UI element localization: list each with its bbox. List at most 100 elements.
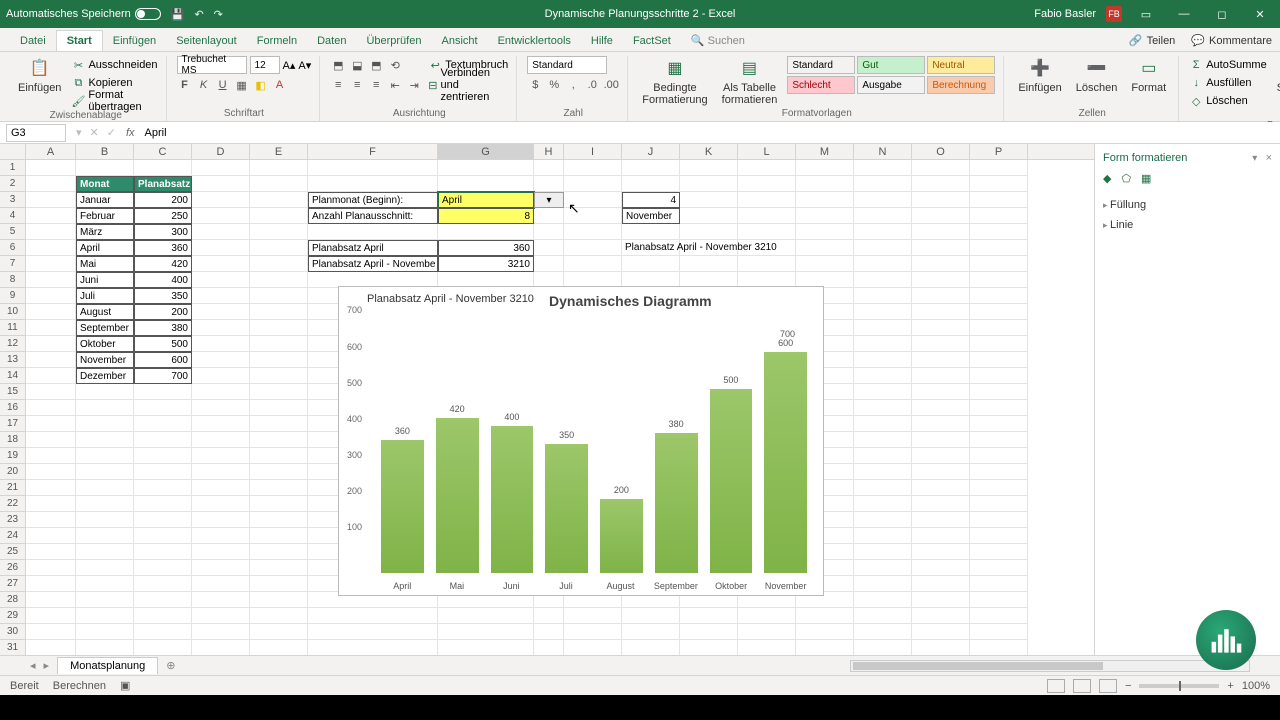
tab-hilfe[interactable]: Hilfe bbox=[581, 31, 623, 51]
cell[interactable] bbox=[192, 480, 250, 496]
cell[interactable] bbox=[970, 176, 1028, 192]
cell[interactable] bbox=[680, 176, 738, 192]
sheet-nav-prev-icon[interactable]: ◂ bbox=[30, 659, 36, 672]
cell[interactable] bbox=[534, 224, 564, 240]
merge-center-button[interactable]: ⊟Verbinden und zentrieren bbox=[428, 76, 508, 94]
cell[interactable] bbox=[796, 224, 854, 240]
cell[interactable] bbox=[76, 432, 134, 448]
cell[interactable] bbox=[308, 160, 438, 176]
style-gut[interactable]: Gut bbox=[857, 56, 925, 74]
cell[interactable] bbox=[192, 416, 250, 432]
cell[interactable] bbox=[970, 544, 1028, 560]
cell[interactable] bbox=[912, 256, 970, 272]
col-head-M[interactable]: M bbox=[796, 144, 854, 159]
cell[interactable] bbox=[26, 592, 76, 608]
cell[interactable] bbox=[76, 416, 134, 432]
cell[interactable] bbox=[26, 432, 76, 448]
cell[interactable] bbox=[970, 272, 1028, 288]
cell[interactable] bbox=[912, 544, 970, 560]
cell[interactable] bbox=[970, 240, 1028, 256]
cell[interactable] bbox=[438, 160, 534, 176]
cell[interactable] bbox=[76, 560, 134, 576]
cell[interactable] bbox=[26, 368, 76, 384]
cell[interactable] bbox=[76, 544, 134, 560]
cell[interactable]: 250 bbox=[134, 208, 192, 224]
row-head[interactable]: 18 bbox=[0, 432, 26, 448]
cell[interactable]: 360 bbox=[134, 240, 192, 256]
border-button[interactable]: ▦ bbox=[234, 79, 250, 92]
cell[interactable] bbox=[970, 464, 1028, 480]
cell[interactable] bbox=[250, 384, 308, 400]
name-box[interactable]: G3 bbox=[6, 124, 66, 142]
row-head[interactable]: 30 bbox=[0, 624, 26, 640]
align-center-icon[interactable]: ≡ bbox=[349, 79, 365, 91]
align-bot-icon[interactable]: ⬒ bbox=[368, 59, 384, 72]
cell[interactable] bbox=[250, 368, 308, 384]
cell[interactable] bbox=[970, 224, 1028, 240]
cell[interactable] bbox=[192, 608, 250, 624]
cell[interactable] bbox=[192, 640, 250, 655]
cell[interactable] bbox=[796, 160, 854, 176]
cell[interactable] bbox=[438, 224, 534, 240]
zoom-slider[interactable] bbox=[1139, 684, 1219, 688]
size-tab-icon[interactable]: ▦ bbox=[1141, 172, 1151, 185]
style-schlecht[interactable]: Schlecht bbox=[787, 76, 855, 94]
cell[interactable] bbox=[134, 560, 192, 576]
cell[interactable]: 700 bbox=[134, 368, 192, 384]
cell[interactable] bbox=[912, 320, 970, 336]
search-box[interactable]: 🔍 Suchen bbox=[681, 30, 755, 51]
cell[interactable] bbox=[534, 608, 564, 624]
cell[interactable] bbox=[192, 320, 250, 336]
view-normal-icon[interactable] bbox=[1047, 679, 1065, 693]
cell[interactable] bbox=[192, 352, 250, 368]
cell[interactable] bbox=[192, 288, 250, 304]
row-head[interactable]: 9 bbox=[0, 288, 26, 304]
row-head[interactable]: 26 bbox=[0, 560, 26, 576]
cell[interactable] bbox=[912, 464, 970, 480]
cell[interactable] bbox=[250, 400, 308, 416]
fill-line-tab-icon[interactable]: ◆ bbox=[1103, 172, 1111, 185]
cell[interactable] bbox=[134, 528, 192, 544]
cell[interactable] bbox=[250, 192, 308, 208]
cell[interactable] bbox=[854, 416, 912, 432]
cell[interactable] bbox=[26, 448, 76, 464]
cell[interactable] bbox=[26, 320, 76, 336]
tab-uberprufen[interactable]: Überprüfen bbox=[356, 31, 431, 51]
font-size-select[interactable]: 12 bbox=[250, 56, 280, 74]
bar[interactable]: 360 bbox=[381, 440, 424, 573]
col-head-P[interactable]: P bbox=[970, 144, 1028, 159]
cell[interactable] bbox=[854, 192, 912, 208]
cell[interactable] bbox=[854, 336, 912, 352]
cell[interactable] bbox=[564, 176, 622, 192]
row-head[interactable]: 14 bbox=[0, 368, 26, 384]
cell[interactable]: 8 bbox=[438, 208, 534, 224]
cell[interactable] bbox=[308, 176, 438, 192]
insert-cells-button[interactable]: ➕Einfügen bbox=[1014, 56, 1065, 96]
cell[interactable] bbox=[250, 640, 308, 655]
cell[interactable] bbox=[76, 640, 134, 655]
row-head[interactable]: 25 bbox=[0, 544, 26, 560]
cell[interactable] bbox=[26, 192, 76, 208]
cell[interactable] bbox=[912, 400, 970, 416]
row-head[interactable]: 29 bbox=[0, 608, 26, 624]
cell[interactable] bbox=[796, 192, 854, 208]
zoom-level[interactable]: 100% bbox=[1242, 680, 1270, 692]
cell[interactable] bbox=[680, 256, 738, 272]
cell[interactable] bbox=[438, 640, 534, 655]
cell[interactable] bbox=[796, 176, 854, 192]
comma-icon[interactable]: , bbox=[565, 79, 581, 91]
row-head[interactable]: 12 bbox=[0, 336, 26, 352]
cell[interactable] bbox=[854, 464, 912, 480]
cell[interactable] bbox=[192, 304, 250, 320]
cell[interactable]: Juli bbox=[76, 288, 134, 304]
cell[interactable]: August bbox=[76, 304, 134, 320]
ribbon-opts-icon[interactable]: ▭ bbox=[1132, 8, 1160, 21]
font-color-button[interactable]: A bbox=[272, 79, 288, 91]
cell[interactable] bbox=[76, 592, 134, 608]
format-painter-button[interactable]: 🖌Format übertragen bbox=[71, 92, 157, 110]
bar[interactable]: 400 bbox=[491, 426, 534, 573]
cell[interactable] bbox=[134, 160, 192, 176]
cell[interactable] bbox=[192, 576, 250, 592]
cell[interactable] bbox=[250, 224, 308, 240]
cell[interactable] bbox=[970, 288, 1028, 304]
